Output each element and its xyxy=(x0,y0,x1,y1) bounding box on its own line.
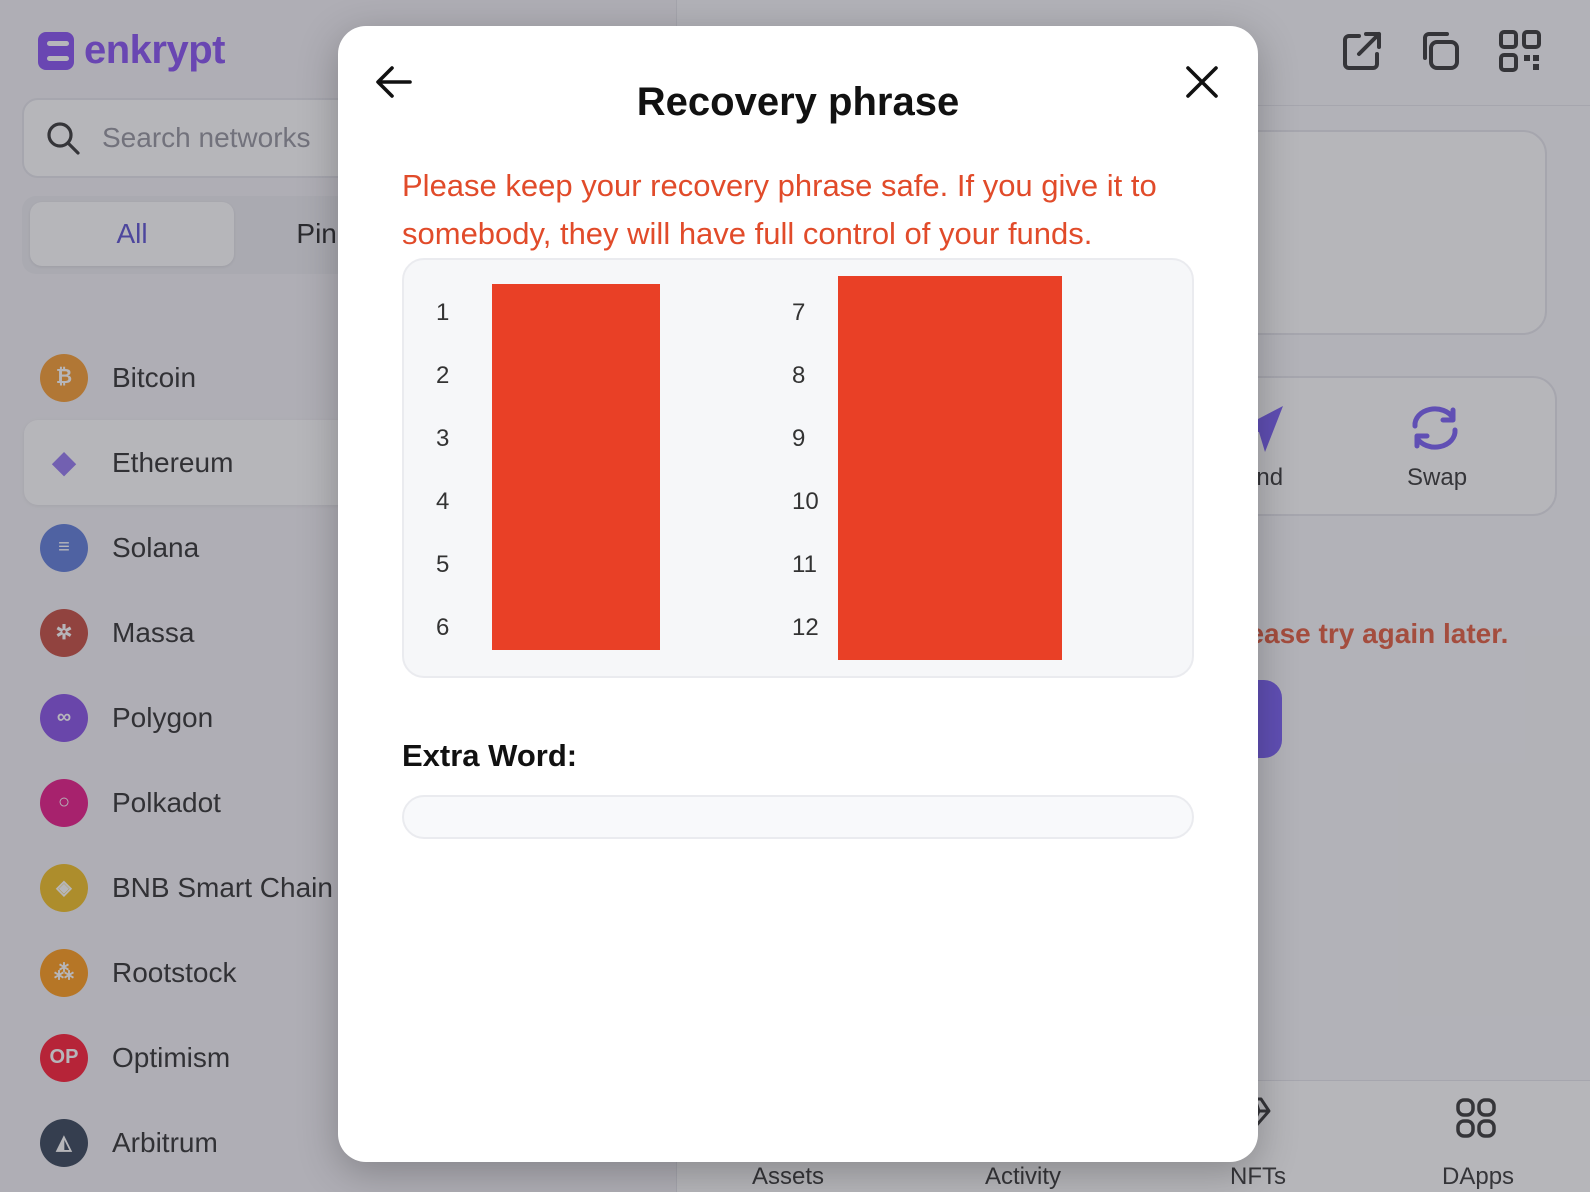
word-slot: 8 xyxy=(792,356,832,396)
word-slot: 12 xyxy=(792,608,832,648)
word-slot: 9 xyxy=(792,419,832,459)
word-slot: 2 xyxy=(436,356,476,396)
word-slot: 7 xyxy=(792,293,832,333)
word-number: 7 xyxy=(792,299,806,326)
recovery-phrase-box: 123456 7 8 9 10 11 12 xyxy=(402,258,1194,678)
word-number: 3 xyxy=(436,425,450,452)
extra-word-field[interactable] xyxy=(402,795,1194,839)
word-number: 5 xyxy=(436,551,450,578)
word-number: 9 xyxy=(792,425,806,452)
word-number: 4 xyxy=(436,488,450,515)
word-slot: 5 xyxy=(436,545,476,585)
word-slot: 1 xyxy=(436,293,476,333)
word-number: 10 xyxy=(792,488,819,515)
modal-title: Recovery phrase xyxy=(636,80,960,124)
redacted-words-right xyxy=(838,276,1062,660)
word-number: 1 xyxy=(436,299,450,326)
word-slot: 3 xyxy=(436,419,476,459)
word-number: 6 xyxy=(436,614,450,641)
word-slot: 6 xyxy=(436,608,476,648)
recovery-phrase-modal: Recovery phrase Please keep your recover… xyxy=(338,26,1258,1162)
word-number: 2 xyxy=(436,362,450,389)
redacted-words-left xyxy=(492,284,660,650)
word-number: 12 xyxy=(792,614,819,641)
extra-word-label: Extra Word: xyxy=(402,738,578,773)
word-slot: 10 xyxy=(792,482,832,522)
close-icon[interactable] xyxy=(1184,64,1220,100)
word-number: 11 xyxy=(792,551,817,578)
word-number: 8 xyxy=(792,362,806,389)
security-warning: Please keep your recovery phrase safe. I… xyxy=(402,168,1157,251)
word-slot: 11 xyxy=(792,545,832,585)
word-slot: 4 xyxy=(436,482,476,522)
